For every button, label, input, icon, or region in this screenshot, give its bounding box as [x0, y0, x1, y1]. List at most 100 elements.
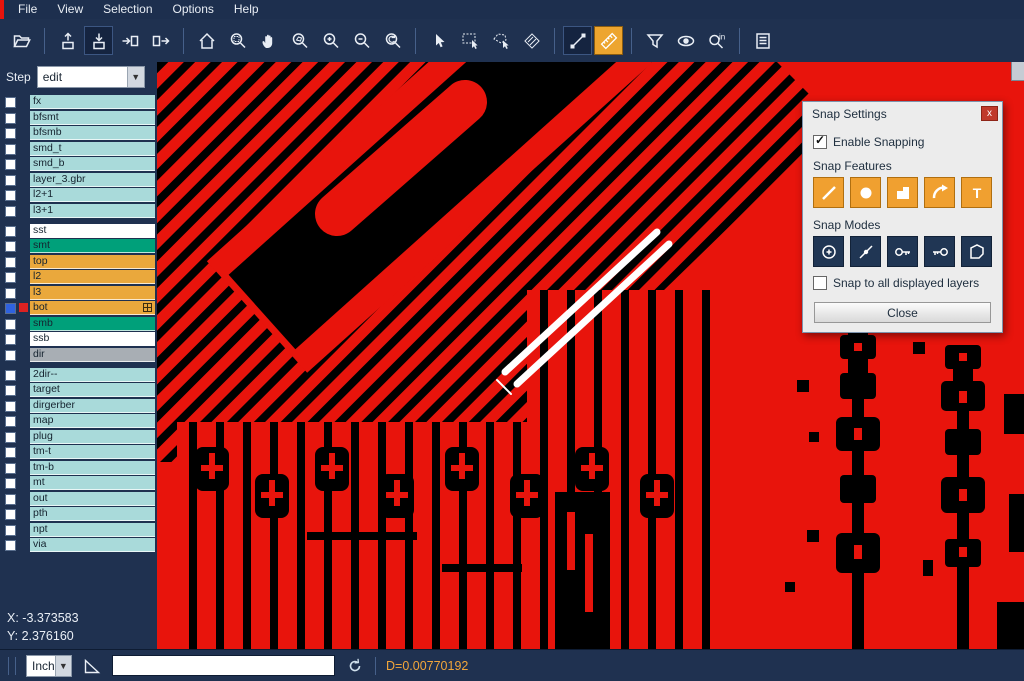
unit-dropdown[interactable]: Inch ▼	[26, 655, 72, 677]
snap-key-right-button[interactable]	[924, 236, 955, 267]
layer-visibility-checkbox[interactable]	[5, 385, 16, 396]
layer-visibility-checkbox[interactable]	[5, 401, 16, 412]
layer-item[interactable]: mt	[30, 476, 155, 490]
layer-item[interactable]: pth	[30, 507, 155, 521]
layer-visibility-checkbox[interactable]	[5, 416, 16, 427]
zoom-polygon-button[interactable]	[285, 26, 314, 55]
layer-visibility-checkbox[interactable]	[5, 113, 16, 124]
enable-snapping-checkbox[interactable]	[813, 135, 827, 149]
menu-help[interactable]: Help	[224, 0, 269, 19]
snap-center-button[interactable]	[813, 236, 844, 267]
layer-item[interactable]: bfsmt	[30, 111, 155, 125]
menu-file[interactable]: File	[8, 0, 47, 19]
layer-item[interactable]: out	[30, 492, 155, 506]
layer-visibility-checkbox[interactable]	[5, 159, 16, 170]
layer-item[interactable]: dir	[30, 348, 155, 362]
layer-visibility-checkbox[interactable]	[5, 272, 16, 283]
layer-item[interactable]: top	[30, 255, 155, 269]
snap-pad-button[interactable]	[887, 177, 918, 208]
layer-visibility-checkbox[interactable]	[5, 432, 16, 443]
layer-visibility-checkbox[interactable]	[5, 303, 16, 314]
filter-button[interactable]	[640, 26, 669, 55]
menu-options[interactable]: Options	[163, 0, 224, 19]
layer-item[interactable]: smt	[30, 239, 155, 253]
layer-item[interactable]: fx	[30, 95, 155, 109]
layer-visibility-checkbox[interactable]	[5, 319, 16, 330]
layer-visibility-checkbox[interactable]	[5, 206, 16, 217]
layer-visibility-checkbox[interactable]	[5, 525, 16, 536]
snap-key-left-button[interactable]	[887, 236, 918, 267]
view-options-button[interactable]	[671, 26, 700, 55]
snap-arc-button[interactable]	[924, 177, 955, 208]
layer-item[interactable]: smd_t	[30, 142, 155, 156]
layer-visibility-checkbox[interactable]	[5, 226, 16, 237]
layer-item[interactable]: 2dir--	[30, 368, 155, 382]
pan-button[interactable]	[254, 26, 283, 55]
layer-item[interactable]: l2+1	[30, 188, 155, 202]
layer-item[interactable]: npt	[30, 523, 155, 537]
angle-tool-button[interactable]	[82, 656, 102, 676]
zoom-window-button[interactable]	[223, 26, 252, 55]
layer-item[interactable]: sst	[30, 224, 155, 238]
snap-contour-button[interactable]	[961, 236, 992, 267]
layer-visibility-checkbox[interactable]	[5, 334, 16, 345]
zoom-out-button[interactable]	[347, 26, 376, 55]
layer-item[interactable]: bot	[30, 301, 155, 315]
close-button[interactable]: Close	[814, 302, 991, 323]
layer-visibility-checkbox[interactable]	[5, 350, 16, 361]
step-dropdown[interactable]: edit ▼	[37, 66, 145, 88]
layer-visibility-checkbox[interactable]	[5, 97, 16, 108]
select-window-button[interactable]	[455, 26, 484, 55]
snap-line-button[interactable]	[813, 177, 844, 208]
layer-visibility-checkbox[interactable]	[5, 190, 16, 201]
scroll-corner-widget[interactable]	[1011, 62, 1024, 81]
command-input[interactable]	[112, 655, 335, 676]
layer-visibility-checkbox[interactable]	[5, 370, 16, 381]
zoom-reset-button[interactable]	[378, 26, 407, 55]
layer-visibility-checkbox[interactable]	[5, 241, 16, 252]
layer-visibility-checkbox[interactable]	[5, 540, 16, 551]
layer-item[interactable]: dirgerber	[30, 399, 155, 413]
import-down-button[interactable]	[84, 26, 113, 55]
layer-item[interactable]: ssb	[30, 332, 155, 346]
menu-view[interactable]: View	[47, 0, 93, 19]
layer-item[interactable]: tm-t	[30, 445, 155, 459]
dialog-close-button[interactable]: x	[981, 106, 998, 121]
layer-item[interactable]: l2	[30, 270, 155, 284]
layer-item[interactable]: smd_b	[30, 157, 155, 171]
layer-item[interactable]: l3	[30, 286, 155, 300]
layer-item[interactable]: layer_3.gbr	[30, 173, 155, 187]
home-view-button[interactable]	[192, 26, 221, 55]
menu-selection[interactable]: Selection	[93, 0, 162, 19]
export-right-button[interactable]	[146, 26, 175, 55]
snap-all-layers-checkbox[interactable]	[813, 276, 827, 290]
export-up-button[interactable]	[53, 26, 82, 55]
draw-line-button[interactable]	[563, 26, 592, 55]
layer-visibility-checkbox[interactable]	[5, 494, 16, 505]
layer-visibility-checkbox[interactable]	[5, 144, 16, 155]
layer-visibility-checkbox[interactable]	[5, 175, 16, 186]
open-file-button[interactable]	[7, 26, 36, 55]
snap-circle-button[interactable]	[850, 177, 881, 208]
snap-on-line-button[interactable]	[850, 236, 881, 267]
select-polygon-button[interactable]	[486, 26, 515, 55]
layer-item[interactable]: map	[30, 414, 155, 428]
import-left-button[interactable]	[115, 26, 144, 55]
layer-visibility-checkbox[interactable]	[5, 447, 16, 458]
layer-item[interactable]: bfsmb	[30, 126, 155, 140]
layer-visibility-checkbox[interactable]	[5, 128, 16, 139]
layer-item[interactable]: l3+1	[30, 204, 155, 218]
zoom-in-button[interactable]	[316, 26, 345, 55]
layer-item[interactable]: target	[30, 383, 155, 397]
layer-visibility-checkbox[interactable]	[5, 288, 16, 299]
refresh-button[interactable]	[345, 656, 365, 676]
layer-visibility-checkbox[interactable]	[5, 463, 16, 474]
layer-visibility-checkbox[interactable]	[5, 478, 16, 489]
resize-grip[interactable]	[8, 657, 16, 675]
measure-ruler-button[interactable]	[594, 26, 623, 55]
layer-visibility-checkbox[interactable]	[5, 509, 16, 520]
layer-visibility-checkbox[interactable]	[5, 257, 16, 268]
select-hatch-button[interactable]	[517, 26, 546, 55]
find-text-button[interactable]: in	[702, 26, 731, 55]
layer-item[interactable]: tm-b	[30, 461, 155, 475]
